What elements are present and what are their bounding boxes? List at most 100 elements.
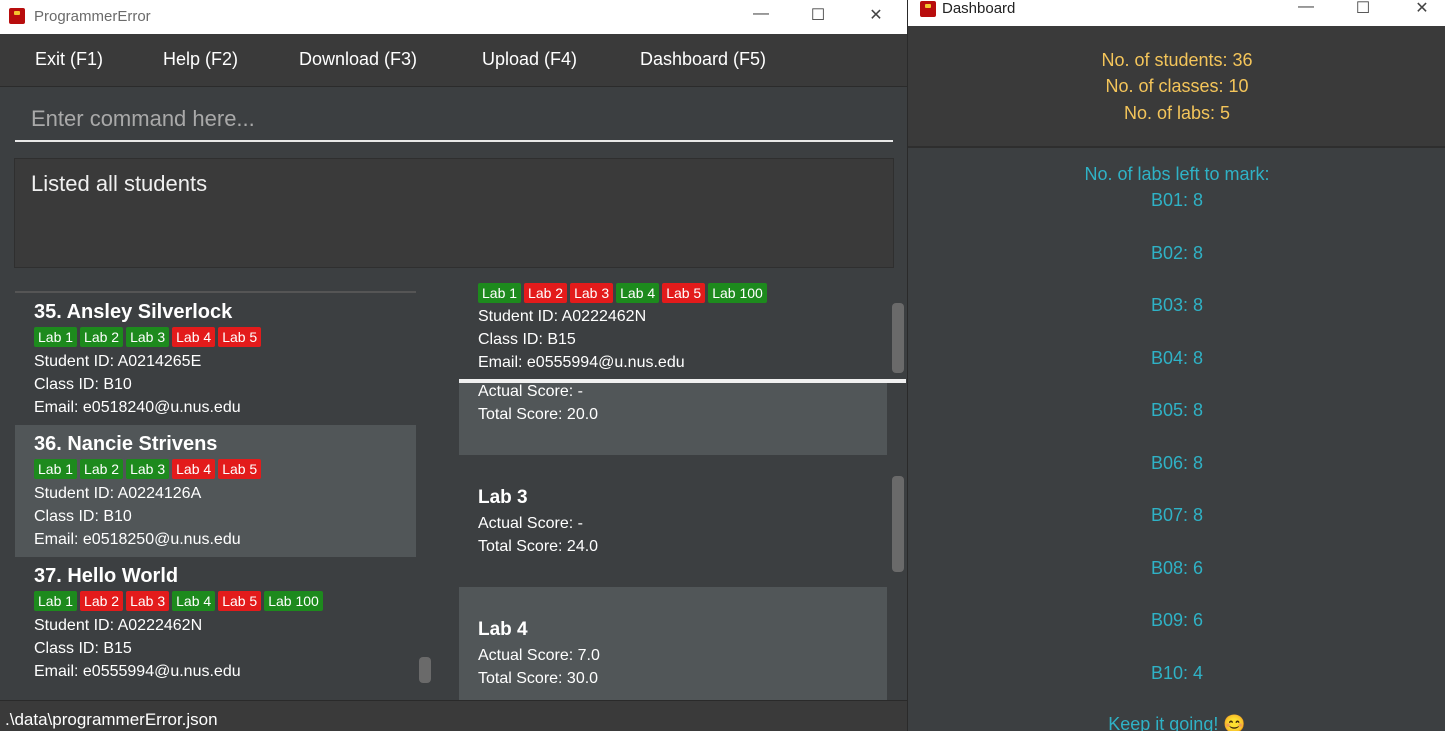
command-input[interactable]	[15, 98, 891, 140]
lab-tag: Lab 3	[126, 591, 170, 611]
lab-tag: Lab 4	[172, 327, 216, 347]
student-card[interactable]: 35. Ansley Silverlock Lab 1 Lab 2 Lab 3 Lab…	[15, 293, 416, 425]
student-card[interactable]: 36. Nancie Strivens Lab 1 Lab 2 Lab 3 Lab 4…	[15, 425, 416, 557]
lab-tag: Lab 5	[218, 459, 262, 479]
class-labs-left: B06: 8	[1150, 453, 1204, 473]
lab-tag: Lab 4	[172, 591, 216, 611]
student-id: Student ID: A0222462N	[478, 308, 647, 325]
student-name: 37. Hello World	[34, 565, 179, 587]
email: Email: e0555994@u.nus.edu	[478, 354, 685, 371]
lab-tag: Lab 2	[80, 591, 124, 611]
class-labs-left: B08: 6	[1150, 558, 1204, 578]
student-name: 36. Nancie Strivens	[34, 433, 218, 455]
lab-tag: Lab 100	[264, 591, 323, 611]
email: Email: e0555994@u.nus.edu	[34, 663, 241, 680]
lab-tag: Lab 1	[478, 283, 522, 303]
lab-tags: Lab 1 Lab 2 Lab 3 Lab 4 Lab 5	[34, 327, 264, 347]
main-titlebar: ProgrammerError — ☐ ✕	[0, 0, 907, 34]
student-count: No. of students: 36	[1101, 50, 1253, 70]
student-id: Student ID: A0224126A	[34, 485, 202, 502]
lab-tags: Lab 1 Lab 2 Lab 3 Lab 4 Lab 5 Lab 100	[478, 283, 770, 303]
lab-tag: Lab 1	[34, 327, 78, 347]
class-id: Class ID: B10	[34, 376, 132, 393]
actual-score: Actual Score: -	[478, 383, 583, 400]
class-count: No. of classes: 10	[1105, 76, 1249, 96]
student-name: 35. Ansley Silverlock	[34, 301, 233, 323]
menu-help[interactable]: Help (F2)	[163, 49, 238, 70]
student-id: Student ID: A0214265E	[34, 353, 202, 370]
lab-tag: Lab 5	[218, 327, 262, 347]
class-labs-left: B07: 8	[1150, 505, 1204, 525]
student-id: Student ID: A0222462N	[34, 617, 203, 634]
class-labs-left: B03: 8	[1150, 295, 1204, 315]
student-list[interactable]: 35. Ansley Silverlock Lab 1 Lab 2 Lab 3 Lab…	[15, 291, 416, 691]
class-labs-left: B09: 6	[1150, 610, 1204, 630]
dashboard-title: Dashboard	[942, 0, 1016, 17]
email: Email: e0518250@u.nus.edu	[34, 531, 241, 548]
student-list-scrollbar[interactable]	[419, 657, 431, 683]
app-icon	[9, 8, 25, 24]
menu-exit[interactable]: Exit (F1)	[35, 49, 103, 70]
lab-tags: Lab 1 Lab 2 Lab 3 Lab 4 Lab 5 Lab 100	[34, 591, 326, 611]
lab-tag: Lab 3	[570, 283, 614, 303]
class-labs-left: B10: 4	[1150, 663, 1204, 683]
maximize-button[interactable]: ☐	[795, 5, 841, 25]
menu-dashboard[interactable]: Dashboard (F5)	[640, 49, 766, 70]
student-card[interactable]: 37. Hello World Lab 1 Lab 2 Lab 3 Lab 4 Lab …	[15, 557, 416, 689]
lab-tag: Lab 100	[708, 283, 767, 303]
result-text: Listed all students	[31, 171, 208, 196]
lab-tag: Lab 4	[172, 459, 216, 479]
actual-score: Actual Score: 7.0	[478, 647, 600, 664]
class-id: Class ID: B15	[478, 331, 576, 348]
labs-left-heading: No. of labs left to mark:	[1084, 164, 1270, 184]
dashboard-window: Dashboard — ☐ ✕ No. of students: 36 No. …	[907, 0, 1445, 731]
main-window: ProgrammerError — ☐ ✕ Exit (F1) Help (F2…	[0, 0, 907, 731]
encouragement-text: Keep it going! 😊	[1108, 714, 1246, 731]
lab-tag: Lab 4	[616, 283, 660, 303]
actual-score: Actual Score: -	[478, 515, 583, 532]
lab-tag: Lab 2	[80, 459, 124, 479]
dashboard-summary: No. of students: 36 No. of classes: 10 N…	[908, 26, 1445, 148]
panel-divider[interactable]	[459, 379, 906, 383]
app-icon	[920, 1, 936, 17]
minimize-button[interactable]: —	[738, 5, 784, 23]
class-labs-left: B05: 8	[1150, 400, 1204, 420]
lab-tags: Lab 1 Lab 2 Lab 3 Lab 4 Lab 5	[34, 459, 264, 479]
maximize-button[interactable]: ☐	[1340, 0, 1386, 18]
total-score: Total Score: 24.0	[478, 538, 599, 555]
email: Email: e0518240@u.nus.edu	[34, 399, 241, 416]
lab-title: Lab 3	[478, 487, 528, 508]
lab-tag: Lab 1	[34, 591, 78, 611]
selected-student-card: Lab 1 Lab 2 Lab 3 Lab 4 Lab 5 Lab 100 Student…	[459, 276, 887, 381]
window-title: ProgrammerError	[34, 8, 151, 25]
lab-title: Lab 4	[478, 619, 528, 640]
class-labs-left: B02: 8	[1150, 243, 1204, 263]
lab-count: No. of labs: 5	[1123, 103, 1231, 123]
close-button[interactable]: ✕	[853, 5, 899, 25]
minimize-button[interactable]: —	[1283, 0, 1329, 16]
lab-tag: Lab 3	[126, 327, 170, 347]
lab-tag: Lab 5	[218, 591, 262, 611]
menu-bar: Exit (F1) Help (F2) Download (F3) Upload…	[0, 34, 907, 87]
status-bar: .\data\programmerError.json	[0, 700, 907, 731]
lab-tag: Lab 2	[80, 327, 124, 347]
dashboard-titlebar: Dashboard — ☐ ✕	[908, 0, 1445, 26]
popup-scrollbar[interactable]	[892, 303, 904, 373]
menu-upload[interactable]: Upload (F4)	[482, 49, 577, 70]
lab-result-card[interactable]: Lab 3 Actual Score: - Total Score: 24.0	[459, 455, 887, 587]
lab-result-card[interactable]: Lab 4 Actual Score: 7.0 Total Score: 30.…	[459, 587, 887, 700]
class-labs-left: B01: 8	[1150, 190, 1204, 210]
data-file-path: .\data\programmerError.json	[5, 710, 218, 729]
class-labs-left: B04: 8	[1150, 348, 1204, 368]
close-button[interactable]: ✕	[1399, 0, 1445, 18]
lab-tag: Lab 5	[662, 283, 706, 303]
lab-tag: Lab 1	[34, 459, 78, 479]
lab-tag: Lab 2	[524, 283, 568, 303]
lab-list-scrollbar[interactable]	[892, 476, 904, 572]
class-id: Class ID: B10	[34, 508, 132, 525]
total-score: Total Score: 20.0	[478, 406, 599, 423]
total-score: Total Score: 30.0	[478, 670, 599, 687]
class-id: Class ID: B15	[34, 640, 132, 657]
result-display: Listed all students	[14, 158, 894, 268]
menu-download[interactable]: Download (F3)	[299, 49, 417, 70]
